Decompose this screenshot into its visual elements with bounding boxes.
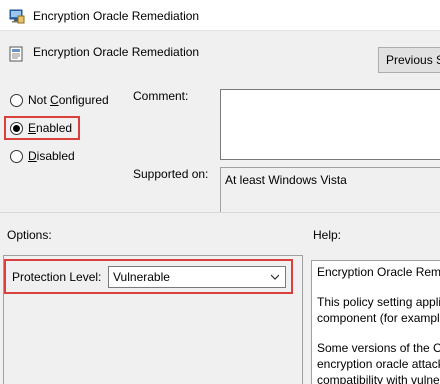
help-line: compatibility with vulne bbox=[317, 373, 440, 384]
protection-level-value: Vulnerable bbox=[113, 270, 170, 284]
help-line: This policy setting appli bbox=[317, 295, 440, 309]
previous-setting-button[interactable]: Previous S bbox=[378, 47, 440, 73]
setting-title: Encryption Oracle Remediation bbox=[33, 45, 200, 59]
help-line: Encryption Oracle Reme bbox=[317, 265, 440, 279]
section-divider bbox=[0, 212, 440, 213]
policy-setting-icon bbox=[9, 46, 23, 62]
supported-on-value: At least Windows Vista bbox=[220, 167, 440, 213]
radio-enabled-label: Enabled bbox=[28, 121, 73, 135]
radio-circle[interactable] bbox=[10, 94, 23, 107]
radio-not-configured-label: Not Configured bbox=[28, 93, 109, 107]
help-panel: Encryption Oracle Reme This policy setti… bbox=[311, 260, 440, 384]
help-line: component (for exampl bbox=[317, 311, 440, 325]
radio-dot bbox=[13, 125, 20, 132]
supported-on-label: Supported on: bbox=[133, 167, 209, 181]
help-label: Help: bbox=[313, 228, 342, 242]
help-line: Some versions of the Cr bbox=[317, 341, 440, 355]
radio-circle-selected[interactable] bbox=[10, 122, 23, 135]
options-label: Options: bbox=[7, 228, 52, 242]
protection-level-label: Protection Level: bbox=[12, 270, 102, 284]
title-bar: Encryption Oracle Remediation bbox=[0, 0, 440, 31]
radio-circle[interactable] bbox=[10, 150, 23, 163]
window-title: Encryption Oracle Remediation bbox=[33, 9, 200, 23]
comment-textarea[interactable] bbox=[220, 89, 440, 160]
comment-label: Comment: bbox=[133, 89, 189, 103]
chevron-down-icon bbox=[271, 274, 279, 280]
help-line: encryption oracle attack bbox=[317, 357, 440, 371]
protection-level-dropdown[interactable]: Vulnerable bbox=[108, 266, 286, 288]
radio-disabled-label: Disabled bbox=[28, 149, 75, 163]
group-policy-app-icon bbox=[9, 9, 25, 24]
